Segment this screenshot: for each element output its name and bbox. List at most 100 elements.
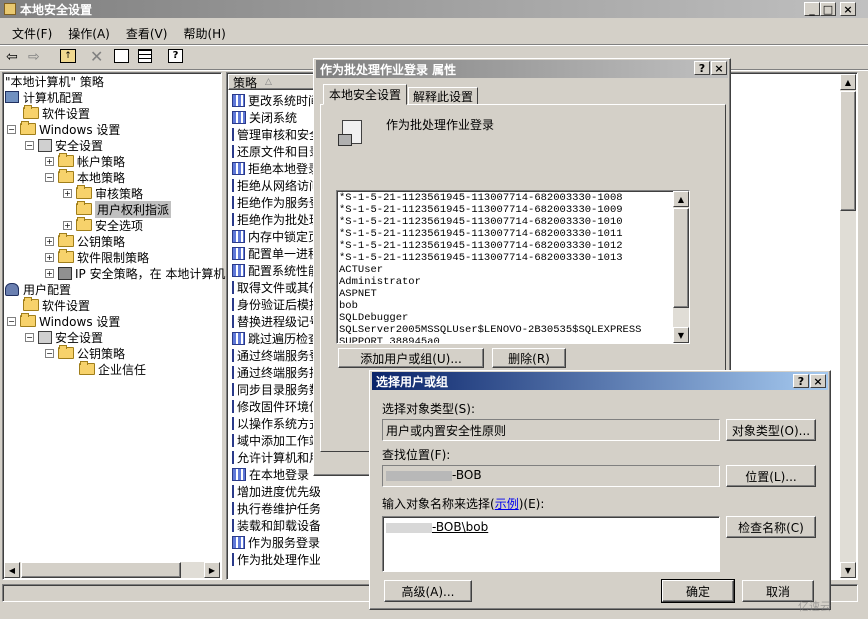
collapse-icon[interactable]: − [25,332,34,342]
up-folder-icon[interactable]: ↑ [60,49,76,63]
scroll-thumb[interactable] [673,208,689,308]
collapse-icon[interactable]: − [25,140,34,150]
policy-list-item[interactable]: 拒绝作为批处理作业登录 [232,211,320,228]
policy-list-item[interactable]: 以操作系统方式操作 [232,415,320,432]
properties-help-button[interactable]: ? [694,61,710,75]
policy-list-item[interactable]: 拒绝本地登录 [232,160,320,177]
policy-list-item[interactable]: 在本地登录 [232,466,320,483]
policy-list-item[interactable]: 同步目录服务数据 [232,381,320,398]
tree-item-user-rights-assignment[interactable]: 用户权利指派 [76,200,172,218]
collapse-icon[interactable]: − [7,316,16,326]
tree-item-security-options[interactable]: + 安全选项 [63,217,143,233]
maximize-button[interactable]: □ [820,2,836,16]
policy-list-item[interactable]: 通过终端服务登录 [232,347,320,364]
expand-icon[interactable]: + [45,252,54,262]
column-header-policy[interactable]: 策略 △ [228,74,318,90]
minimize-button[interactable]: _ [804,2,820,16]
tree-item-enterprise-trust[interactable]: 企业信任 [79,361,146,377]
policy-list-item[interactable]: 拒绝从网络访问 [232,177,320,194]
check-names-button[interactable]: 检查名称(C) [726,516,816,538]
select-close-button[interactable]: × [810,374,826,388]
advanced-button[interactable]: 高级(A)... [384,580,472,602]
policy-list-item[interactable]: 跳过遍历检查 [232,330,320,347]
main-title-bar[interactable]: 本地安全设置 [0,0,868,18]
tab-local-security-setting[interactable]: 本地安全设置 [323,84,407,105]
policy-list-item[interactable]: 装载和卸载设备驱动程序 [232,517,320,534]
add-user-or-group-button[interactable]: 添加用户或组(U)... [338,348,484,368]
policy-list-item[interactable]: 配置系统性能 [232,262,320,279]
menu-action[interactable]: 操作(A) [68,25,110,42]
scroll-thumb[interactable] [840,91,856,211]
collapse-icon[interactable]: − [45,172,54,182]
expand-icon[interactable]: + [45,156,54,166]
list-vertical-scrollbar[interactable]: ▲ ▼ [840,74,856,578]
properties-icon[interactable] [114,49,129,63]
tree-root[interactable]: "本地计算机" 策略 [5,73,104,89]
member-item[interactable]: *S-1-5-21-1123561945-113007714-682003330… [339,192,641,204]
ok-button[interactable]: 确定 [661,579,735,603]
expand-icon[interactable]: + [63,188,72,198]
export-list-icon[interactable] [138,49,152,63]
tree-item-user-security-settings[interactable]: − 安全设置 [25,329,103,345]
tree-horizontal-scrollbar[interactable]: ◀ ▶ [4,562,220,578]
policy-list-item[interactable]: 修改固件环境值 [232,398,320,415]
member-item[interactable]: *S-1-5-21-1123561945-113007714-682003330… [339,228,641,240]
locations-button[interactable]: 位置(L)... [726,465,816,487]
properties-dialog-title-bar[interactable]: 作为批处理作业登录 属性 [316,60,728,78]
close-button[interactable]: × [840,2,856,16]
expand-icon[interactable]: + [63,220,72,230]
policy-list-item[interactable]: 域中添加工作站 [232,432,320,449]
tree-item-audit-policy[interactable]: + 审核策略 [63,185,143,201]
select-dialog-title-bar[interactable]: 选择用户或组 [372,372,828,390]
members-list[interactable]: *S-1-5-21-1123561945-113007714-682003330… [336,190,690,344]
object-names-input[interactable]: -BOB\bob [382,516,720,572]
tree-item-ip-security[interactable]: + IP 安全策略，在 本地计算机 [45,265,225,281]
policy-list-item[interactable]: 作为服务登录 [232,534,320,551]
scroll-thumb[interactable] [21,562,181,578]
policy-list-item[interactable]: 还原文件和目录 [232,143,320,160]
help-icon[interactable]: ? [168,49,183,63]
member-item[interactable]: ACTUser [339,264,641,276]
forward-arrow-icon[interactable]: ⇨ [28,49,40,65]
remove-button[interactable]: 删除(R) [492,348,566,368]
policy-list-item[interactable]: 取得文件或其他对象 [232,279,320,296]
tree-item-user-software-settings[interactable]: 软件设置 [23,297,90,313]
policy-list-item[interactable]: 替换进程级记号 [232,313,320,330]
tree-item-software-restriction[interactable]: + 软件限制策略 [45,249,149,265]
member-item[interactable]: SQLServer2005MSSQLUser$LENOVO-2B30535$SQ… [339,324,641,336]
member-item[interactable]: SQLDebugger [339,312,641,324]
expand-icon[interactable]: + [45,236,54,246]
policy-list-item[interactable]: 作为批处理作业登录 [232,551,320,568]
policy-list-item[interactable]: 通过终端服务拒绝登录 [232,364,320,381]
tree-item-public-key-policies[interactable]: + 公钥策略 [45,233,125,249]
properties-close-button[interactable]: × [711,61,727,75]
policy-list-item[interactable]: 更改系统时间 [232,92,320,109]
scroll-down-arrow[interactable]: ▼ [673,327,689,343]
policy-list-item[interactable]: 管理审核和安全日志 [232,126,320,143]
members-scrollbar[interactable]: ▲ ▼ [673,191,689,343]
delete-icon[interactable]: ✕ [90,47,103,66]
select-help-button[interactable]: ? [793,374,809,388]
member-item[interactable]: *S-1-5-21-1123561945-113007714-682003330… [339,204,641,216]
policy-list-item[interactable]: 配置单一进程 [232,245,320,262]
back-arrow-icon[interactable]: ⇦ [6,49,18,65]
menu-help[interactable]: 帮助(H) [183,25,225,42]
collapse-icon[interactable]: − [7,124,16,134]
scroll-up-arrow[interactable]: ▲ [673,191,689,207]
tree-item-user-public-key[interactable]: − 公钥策略 [45,345,125,361]
policy-list-item[interactable]: 身份验证后模拟客户端 [232,296,320,313]
tree-item-account-policies[interactable]: + 帐户策略 [45,153,125,169]
policy-list-item[interactable]: 允许计算机和用户帐户 [232,449,320,466]
tree-item-user-windows-settings[interactable]: − Windows 设置 [7,313,120,329]
tab-explain-setting[interactable]: 解释此设置 [408,87,478,105]
tree-item-software-settings[interactable]: 软件设置 [23,105,90,121]
scroll-left-arrow[interactable]: ◀ [4,562,20,578]
member-item[interactable]: *S-1-5-21-1123561945-113007714-682003330… [339,216,641,228]
scroll-up-arrow[interactable]: ▲ [840,74,856,90]
policy-list-item[interactable]: 执行卷维护任务 [232,500,320,517]
policy-list-item[interactable]: 拒绝作为服务登录 [232,194,320,211]
tree-item-user-config[interactable]: 用户配置 [5,281,71,297]
member-item[interactable]: *S-1-5-21-1123561945-113007714-682003330… [339,252,641,264]
policy-list-item[interactable]: 内存中锁定页 [232,228,320,245]
collapse-icon[interactable]: − [45,348,54,358]
